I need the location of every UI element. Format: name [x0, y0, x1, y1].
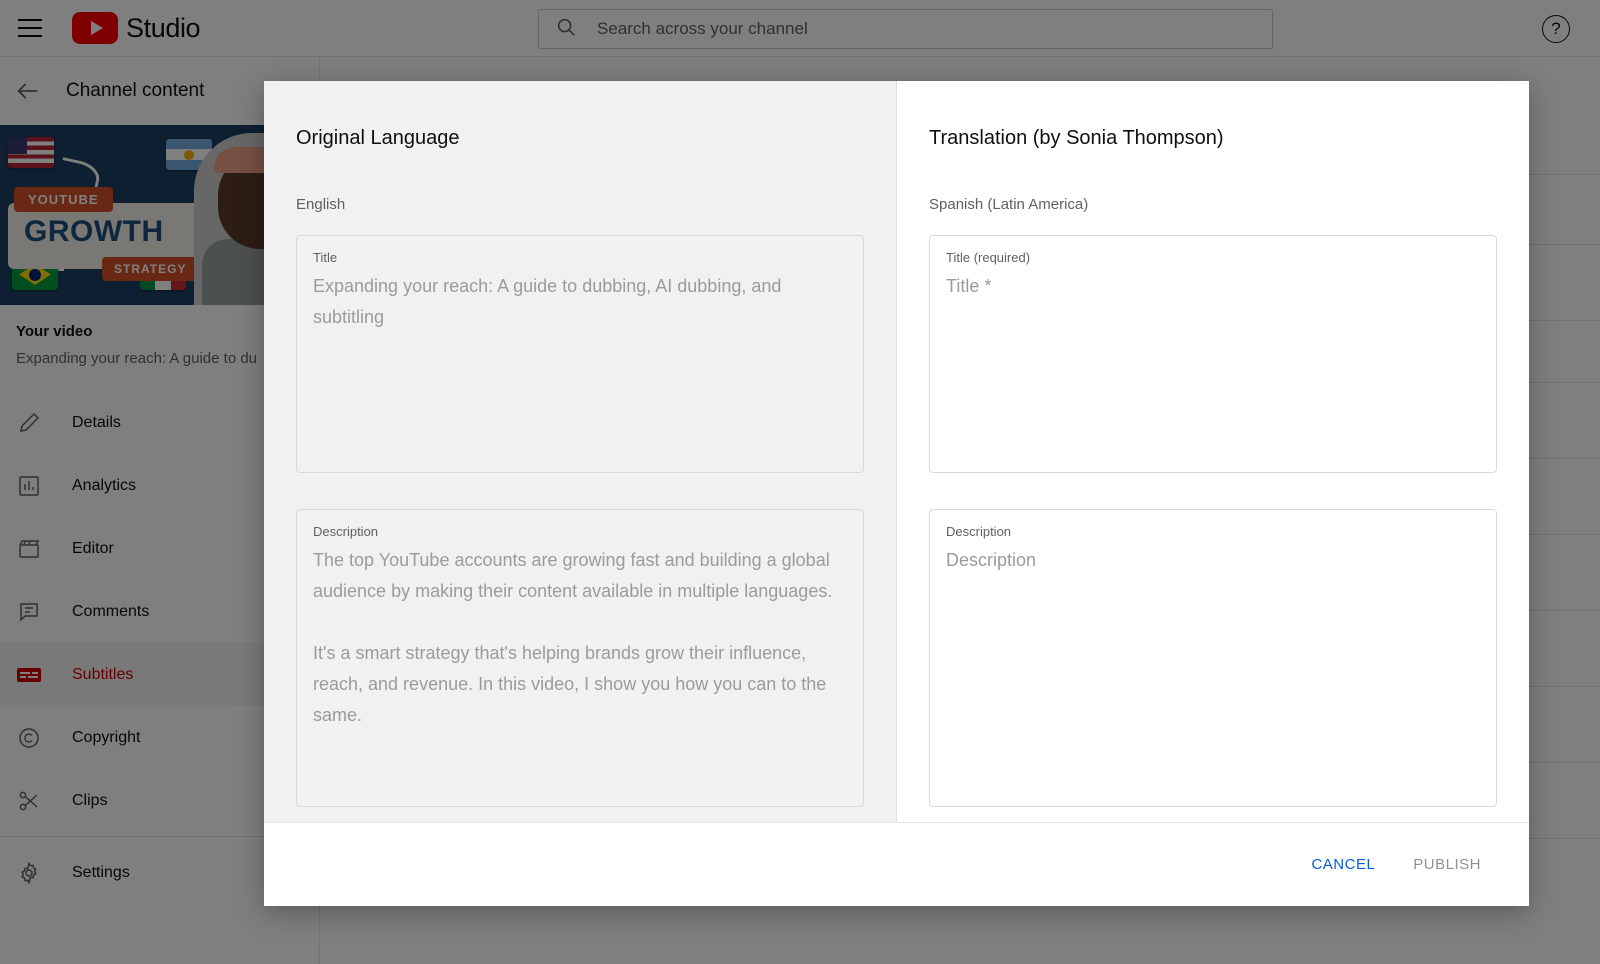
app-root: Studio ? Channel content — [0, 0, 1600, 964]
translation-heading: Translation (by Sonia Thompson) — [929, 127, 1224, 149]
original-description-value: The top YouTube accounts are growing fas… — [313, 550, 833, 725]
translation-description-placeholder[interactable]: Description — [946, 545, 1480, 576]
translation-panel: Translation (by Sonia Thompson) Spanish … — [897, 81, 1529, 822]
original-language-name: English — [296, 196, 346, 213]
dialog-footer: CANCEL PUBLISH — [264, 822, 1529, 906]
original-language-panel: Original Language English Title Expandin… — [264, 81, 897, 822]
translation-title-field[interactable]: Title (required) Title * — [929, 235, 1497, 473]
original-description-field: Description The top YouTube accounts are… — [296, 509, 864, 807]
original-title-field: Title Expanding your reach: A guide to d… — [296, 235, 864, 473]
cancel-button[interactable]: CANCEL — [1295, 846, 1391, 883]
original-title-value: Expanding your reach: A guide to dubbing… — [313, 276, 787, 327]
field-label: Title (required) — [946, 250, 1031, 265]
translation-language-name: Spanish (Latin America) — [929, 196, 1089, 213]
translation-description-field[interactable]: Description Description — [929, 509, 1497, 807]
dialog-body: Original Language English Title Expandin… — [264, 81, 1529, 822]
original-language-heading: Original Language — [296, 127, 460, 149]
field-label: Description — [946, 524, 1012, 539]
field-label: Title — [313, 250, 338, 265]
translation-editor-dialog: Original Language English Title Expandin… — [264, 81, 1529, 906]
publish-button: PUBLISH — [1397, 846, 1497, 883]
translation-title-placeholder[interactable]: Title * — [946, 271, 1480, 302]
field-label: Description — [313, 524, 379, 539]
